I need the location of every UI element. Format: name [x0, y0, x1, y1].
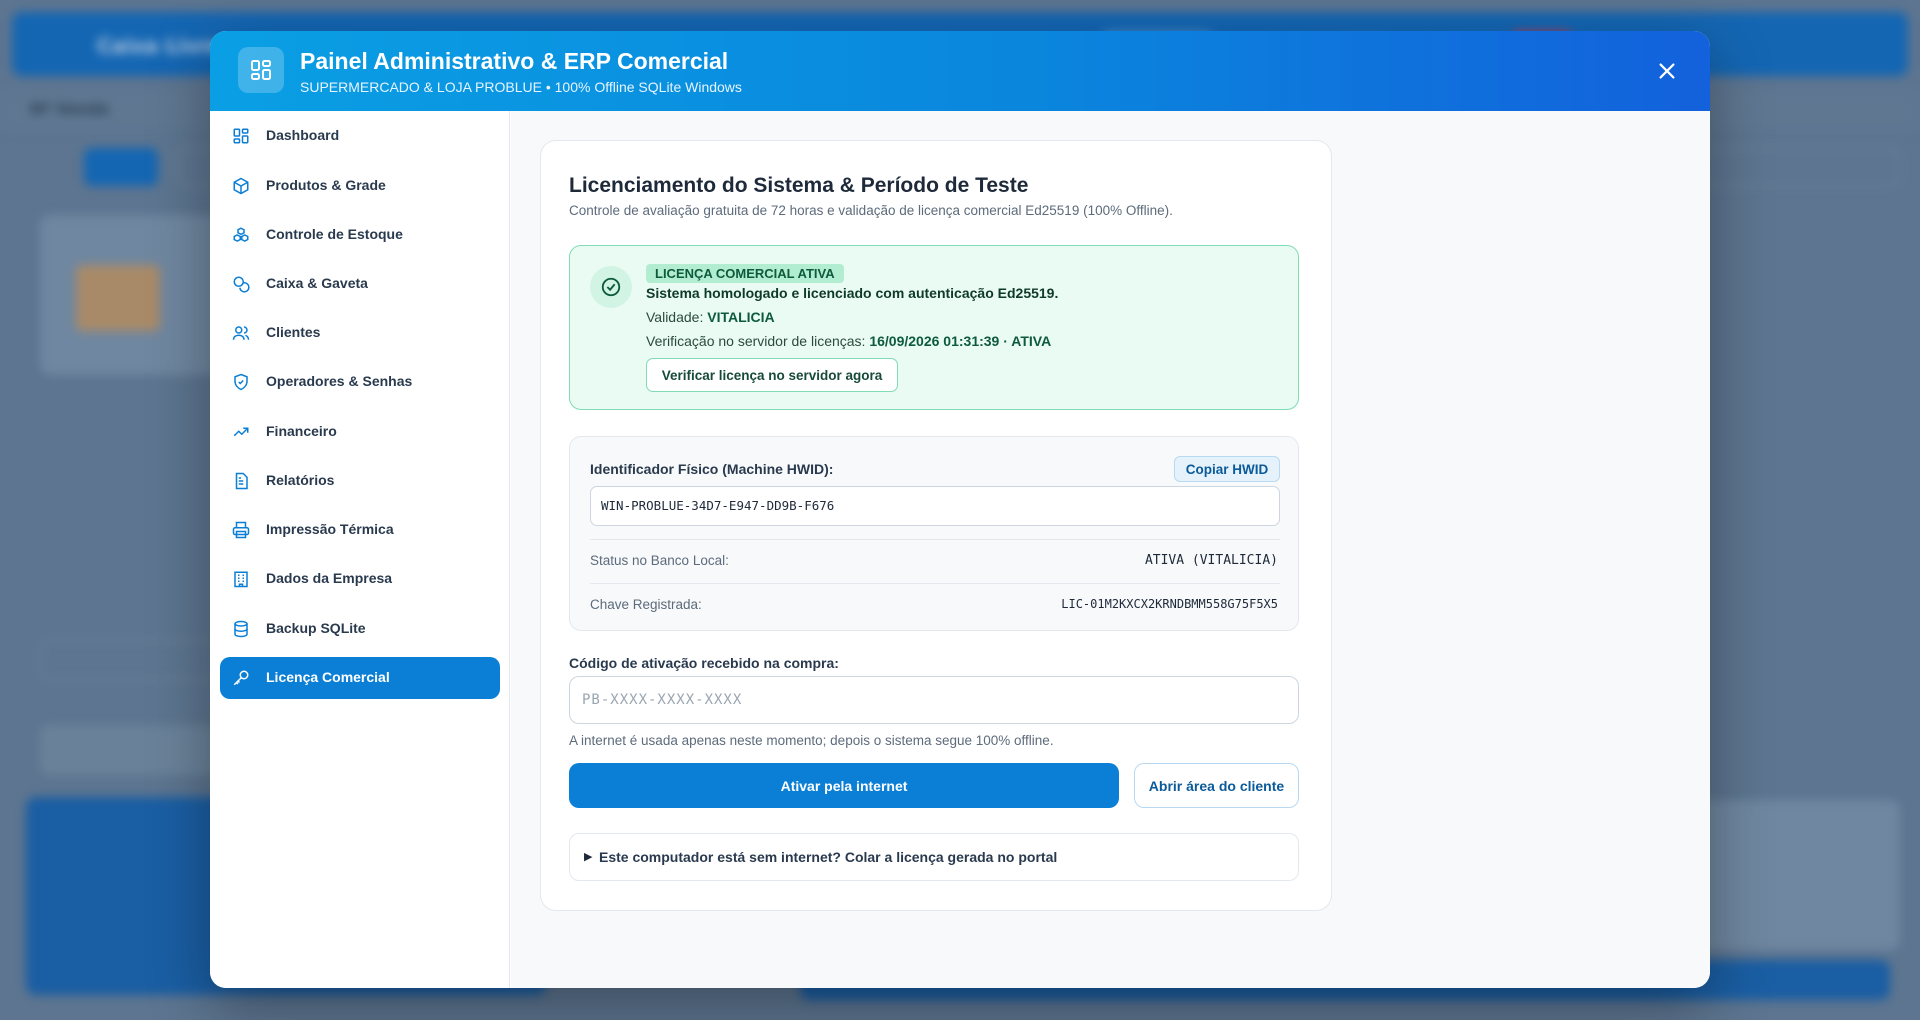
sidebar-item-empresa[interactable]: Dados da Empresa	[220, 558, 500, 600]
background-button	[84, 148, 158, 186]
hwid-field[interactable]: WIN-PROBLUE-34D7-E947-DD9B-F676	[590, 486, 1280, 526]
sidebar-item-licenca[interactable]: Licença Comercial	[220, 657, 500, 699]
copy-hwid-button[interactable]: Copiar HWID	[1174, 456, 1280, 482]
activation-code-label: Código de ativação recebido na compra:	[569, 655, 839, 671]
users-icon	[232, 326, 250, 340]
background-subtitle: Nº Venda	[30, 100, 109, 118]
admin-modal: Painel Administrativo & ERP Comercial SU…	[210, 31, 1710, 988]
activation-note: A internet é usada apenas neste momento;…	[569, 733, 1054, 748]
database-icon	[234, 620, 248, 638]
sidebar-item-clientes[interactable]: Clientes	[220, 312, 500, 354]
page-title: Licenciamento do Sistema & Período de Te…	[569, 174, 1029, 197]
sidebar-item-label: Caixa & Gaveta	[266, 275, 368, 291]
validity-value: VITALICIA	[707, 309, 775, 325]
validity-label: Validade:	[646, 309, 704, 325]
sidebar-item-label: Dados da Empresa	[266, 570, 393, 586]
divider	[590, 539, 1280, 540]
sidebar-item-estoque[interactable]: Controle de Estoque	[220, 214, 500, 256]
sidebar-item-label: Licença Comercial	[266, 669, 390, 685]
sidebar-item-dashboard[interactable]: Dashboard	[220, 115, 500, 157]
registered-key-label: Chave Registrada:	[590, 597, 702, 612]
boxes-icon	[233, 227, 249, 242]
sidebar-item-impressao[interactable]: Impressão Térmica	[220, 509, 500, 551]
open-client-area-button[interactable]: Abrir área do cliente	[1134, 763, 1299, 808]
license-verification: Verificação no servidor de licenças: 16/…	[646, 333, 1051, 349]
sidebar-item-label: Financeiro	[266, 423, 337, 439]
license-card: Licenciamento do Sistema & Período de Te…	[540, 140, 1332, 911]
local-status-label: Status no Banco Local:	[590, 553, 729, 568]
sidebar-item-label: Backup SQLite	[266, 620, 366, 636]
local-status-value: ATIVA (VITALICIA)	[1144, 553, 1278, 568]
dashboard-grid-icon	[238, 47, 284, 93]
activation-code-input[interactable]	[569, 676, 1299, 724]
sidebar-item-produtos[interactable]: Produtos & Grade	[220, 165, 500, 207]
modal-title: Painel Administrativo & ERP Comercial	[300, 48, 729, 74]
sidebar-item-caixa[interactable]: Caixa & Gaveta	[220, 263, 500, 305]
page-subtitle: Controle de avaliação gratuita de 72 hor…	[569, 203, 1173, 218]
offline-license-disclosure[interactable]: ▶ Este computador está sem internet? Col…	[569, 833, 1299, 881]
sidebar-item-label: Relatórios	[266, 472, 335, 488]
license-status-panel: LICENÇA COMERCIAL ATIVA Sistema homologa…	[569, 245, 1299, 410]
activate-online-button[interactable]: Ativar pela internet	[569, 763, 1119, 808]
background-field	[40, 640, 220, 680]
background-row	[40, 725, 220, 775]
status-badge: LICENÇA COMERCIAL ATIVA	[646, 264, 844, 283]
sidebar-item-label: Impressão Térmica	[266, 521, 394, 537]
registered-key-value: LIC-01M2KXCX2KRNDBMM558G75F5X5	[1061, 597, 1278, 611]
coins-icon	[233, 276, 250, 293]
sidebar-item-operadores[interactable]: Operadores & Senhas	[220, 361, 500, 403]
check-circle-icon	[590, 266, 632, 308]
verification-value: 16/09/2026 01:31:39 · ATIVA	[869, 333, 1052, 349]
sidebar-item-label: Produtos & Grade	[266, 177, 386, 193]
dashboard-icon	[233, 128, 249, 144]
background-panel	[1690, 800, 1900, 950]
hwid-label: Identificador Físico (Machine HWID):	[590, 461, 834, 477]
hardware-panel: Identificador Físico (Machine HWID): Cop…	[569, 436, 1299, 631]
modal-subtitle: SUPERMERCADO & LOJA PROBLUE • 100% Offli…	[300, 79, 742, 95]
sidebar: Dashboard Produtos & Grade Controle de E…	[210, 111, 510, 988]
modal-header: Painel Administrativo & ERP Comercial SU…	[210, 31, 1710, 111]
sidebar-item-backup[interactable]: Backup SQLite	[220, 608, 500, 650]
sidebar-item-label: Dashboard	[266, 127, 340, 143]
printer-icon	[232, 521, 250, 539]
sidebar-item-label: Controle de Estoque	[266, 226, 403, 242]
sidebar-item-financeiro[interactable]: Financeiro	[220, 411, 500, 453]
package-icon	[233, 177, 249, 195]
key-icon	[233, 670, 249, 686]
triangle-right-icon: ▶	[584, 850, 593, 863]
background-product-image	[76, 265, 160, 331]
verify-license-button[interactable]: Verificar licença no servidor agora	[646, 358, 898, 392]
license-validity: Validade: VITALICIA	[646, 309, 775, 325]
offline-license-label: Este computador está sem internet? Colar…	[599, 849, 1058, 865]
close-button[interactable]	[1652, 56, 1682, 86]
building-icon	[234, 571, 248, 588]
report-icon	[235, 472, 248, 490]
background-title: Caixa Livre	[97, 34, 222, 58]
verification-label: Verificação no servidor de licenças:	[646, 333, 866, 349]
sidebar-item-relatorios[interactable]: Relatórios	[220, 460, 500, 502]
sidebar-item-label: Operadores & Senhas	[266, 373, 413, 389]
shield-icon	[234, 373, 248, 391]
main-content: Licenciamento do Sistema & Período de Te…	[511, 111, 1710, 988]
sidebar-item-label: Clientes	[266, 324, 321, 340]
close-icon	[1659, 63, 1675, 79]
trending-up-icon	[233, 427, 249, 437]
license-status-text: Sistema homologado e licenciado com aute…	[646, 285, 1059, 301]
divider	[590, 583, 1280, 584]
